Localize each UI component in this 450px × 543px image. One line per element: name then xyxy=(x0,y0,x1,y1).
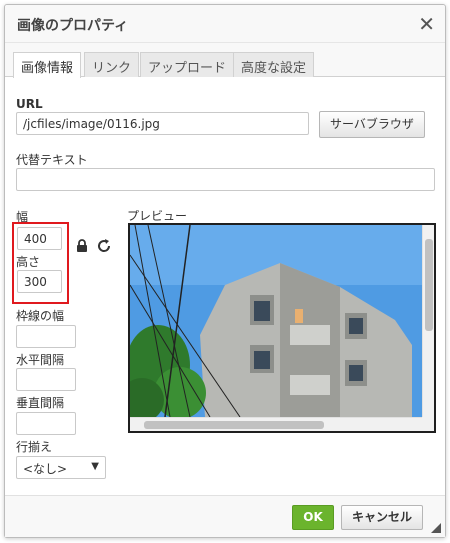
align-selected-value: <なし> xyxy=(23,462,68,476)
lock-icon[interactable] xyxy=(74,238,90,254)
preview-vertical-scrollbar[interactable] xyxy=(422,225,434,417)
height-input[interactable] xyxy=(17,270,62,293)
border-width-input[interactable] xyxy=(16,325,76,348)
tab-link[interactable]: リンク xyxy=(84,52,140,77)
cancel-button[interactable]: キャンセル xyxy=(341,505,423,530)
tab-image-info[interactable]: 画像情報 xyxy=(13,52,82,78)
close-icon[interactable]: ✕ xyxy=(418,12,435,36)
vertical-scroll-thumb[interactable] xyxy=(425,239,433,331)
image-properties-dialog: 画像のプロパティ ✕ 画像情報 リンク アップロード 高度な設定 URL サーバ… xyxy=(4,4,446,538)
hspace-label: 水平間隔 xyxy=(16,353,65,367)
dialog-titlebar[interactable]: 画像のプロパティ ✕ xyxy=(5,5,445,43)
dialog-title: 画像のプロパティ xyxy=(17,18,129,34)
ok-button[interactable]: OK xyxy=(292,505,334,530)
align-label: 行揃え xyxy=(16,440,53,454)
preview-label: プレビュー xyxy=(127,209,188,223)
image-preview xyxy=(128,223,436,433)
url-label: URL xyxy=(16,97,43,111)
reset-icon[interactable] xyxy=(96,238,112,254)
scrollbar-corner xyxy=(422,417,434,431)
dialog-footer: OK キャンセル xyxy=(5,495,445,537)
tab-advanced[interactable]: 高度な設定 xyxy=(233,52,315,77)
tab-bar: 画像情報 リンク アップロード 高度な設定 xyxy=(5,43,445,78)
url-input[interactable] xyxy=(16,112,309,135)
server-browse-button[interactable]: サーバブラウザ xyxy=(319,111,425,138)
width-input[interactable] xyxy=(17,227,62,250)
vspace-label: 垂直間隔 xyxy=(16,396,65,410)
horizontal-scroll-thumb[interactable] xyxy=(144,421,324,429)
border-width-label: 枠線の幅 xyxy=(16,309,65,323)
alt-text-label: 代替テキスト xyxy=(16,153,88,167)
align-select[interactable]: <なし> ▼ xyxy=(16,456,106,479)
chevron-down-icon: ▼ xyxy=(91,461,99,472)
vspace-input[interactable] xyxy=(16,412,76,435)
preview-horizontal-scrollbar[interactable] xyxy=(130,417,426,431)
tab-upload[interactable]: アップロード xyxy=(140,52,235,77)
height-label: 高さ xyxy=(16,255,41,269)
alt-text-input[interactable] xyxy=(16,168,435,191)
building-photo xyxy=(130,225,426,417)
resize-grip-icon[interactable] xyxy=(431,523,441,533)
hspace-input[interactable] xyxy=(16,368,76,391)
